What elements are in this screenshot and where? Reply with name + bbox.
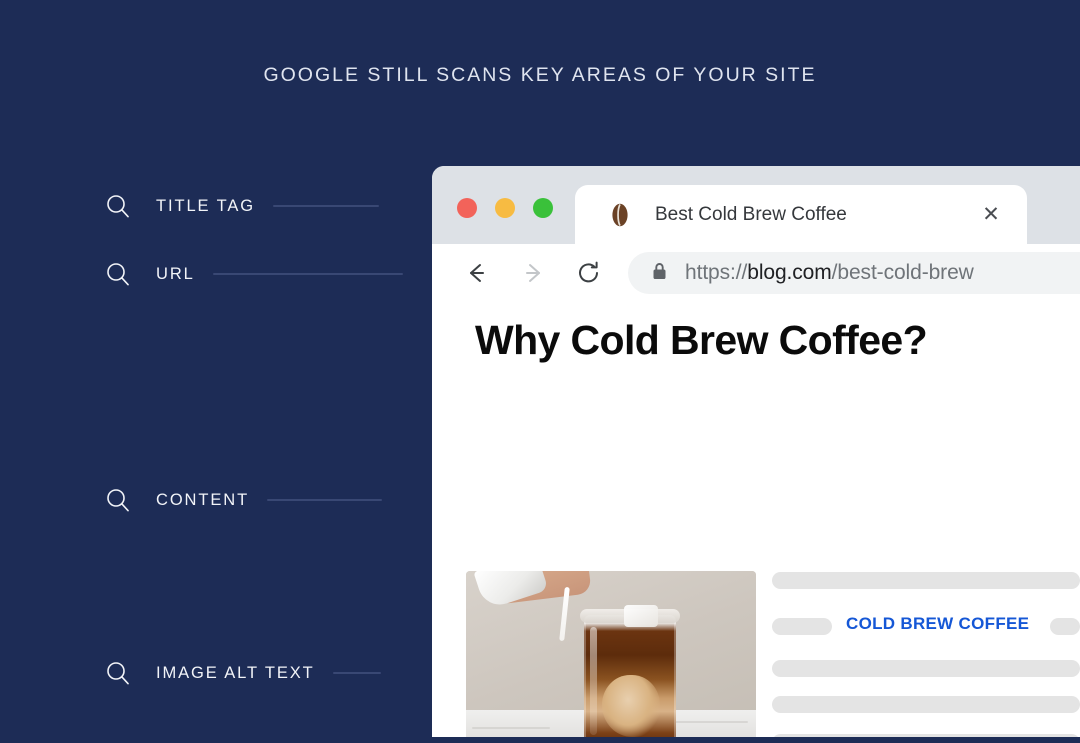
- checklist-item-image-alt-text[interactable]: IMAGE ALT TEXT: [104, 656, 424, 690]
- arrow-left-icon[interactable]: [460, 256, 494, 290]
- browser-toolbar: https://blog.com/best-cold-brew: [432, 244, 1080, 302]
- checklist-item-label: TITLE TAG: [156, 196, 256, 215]
- browser-tab[interactable]: Best Cold Brew Coffee ✕: [575, 185, 1027, 244]
- close-window-button[interactable]: [457, 198, 477, 218]
- url-text: https://blog.com/best-cold-brew: [685, 261, 974, 284]
- web-page-content: Why Cold Brew Coffee? <alt="Glass of col…: [432, 302, 1080, 737]
- checklist-item-label: URL: [156, 264, 195, 283]
- search-icon: [104, 192, 132, 220]
- text-placeholder-bar: [772, 696, 1080, 713]
- connector-line: [267, 499, 383, 501]
- navy-bottom-band: [0, 737, 1080, 743]
- connector-line: [332, 672, 381, 674]
- search-icon: [104, 260, 132, 288]
- arrow-right-icon[interactable]: [516, 256, 550, 290]
- minimize-window-button[interactable]: [495, 198, 515, 218]
- search-icon: [104, 486, 132, 514]
- close-tab-button[interactable]: ✕: [981, 204, 1001, 225]
- text-placeholder-bar: [772, 572, 1080, 589]
- text-placeholder-bar: [772, 618, 832, 635]
- checklist-item-title-tag[interactable]: TITLE TAG: [104, 189, 424, 223]
- maximize-window-button[interactable]: [533, 198, 553, 218]
- window-controls: [457, 198, 553, 218]
- checklist-item-label: IMAGE ALT TEXT: [156, 663, 315, 682]
- checklist-item-content[interactable]: CONTENT: [104, 483, 424, 517]
- lock-icon: [652, 262, 667, 285]
- text-placeholder-bar: [1050, 618, 1080, 635]
- browser-tab-strip: Best Cold Brew Coffee ✕: [432, 166, 1080, 244]
- text-placeholder-bar: [772, 660, 1080, 677]
- address-bar[interactable]: https://blog.com/best-cold-brew: [628, 252, 1080, 294]
- coffee-bean-icon: [607, 202, 633, 228]
- reload-icon[interactable]: [572, 256, 606, 290]
- browser-window: Best Cold Brew Coffee ✕ https://blog.com…: [432, 166, 1080, 737]
- search-icon: [104, 659, 132, 687]
- seo-checklist: TITLE TAG URL CONTENT IMAGE ALT TEXT: [0, 0, 432, 743]
- cold-brew-photo: [466, 571, 756, 737]
- connector-line: [273, 205, 380, 207]
- cold-brew-photo-card: <alt="Glass of cold brew coffee with mil…: [466, 571, 756, 737]
- connector-line: [212, 273, 403, 275]
- checklist-item-label: CONTENT: [156, 490, 250, 509]
- inline-link[interactable]: COLD BREW COFFEE: [846, 614, 1029, 634]
- article-heading: Why Cold Brew Coffee?: [475, 317, 928, 363]
- checklist-item-url[interactable]: URL: [104, 257, 424, 291]
- browser-tab-title: Best Cold Brew Coffee: [655, 203, 847, 225]
- article-text-column: COLD BREW COFFEE COLD BREW COFFEE: [772, 572, 1080, 737]
